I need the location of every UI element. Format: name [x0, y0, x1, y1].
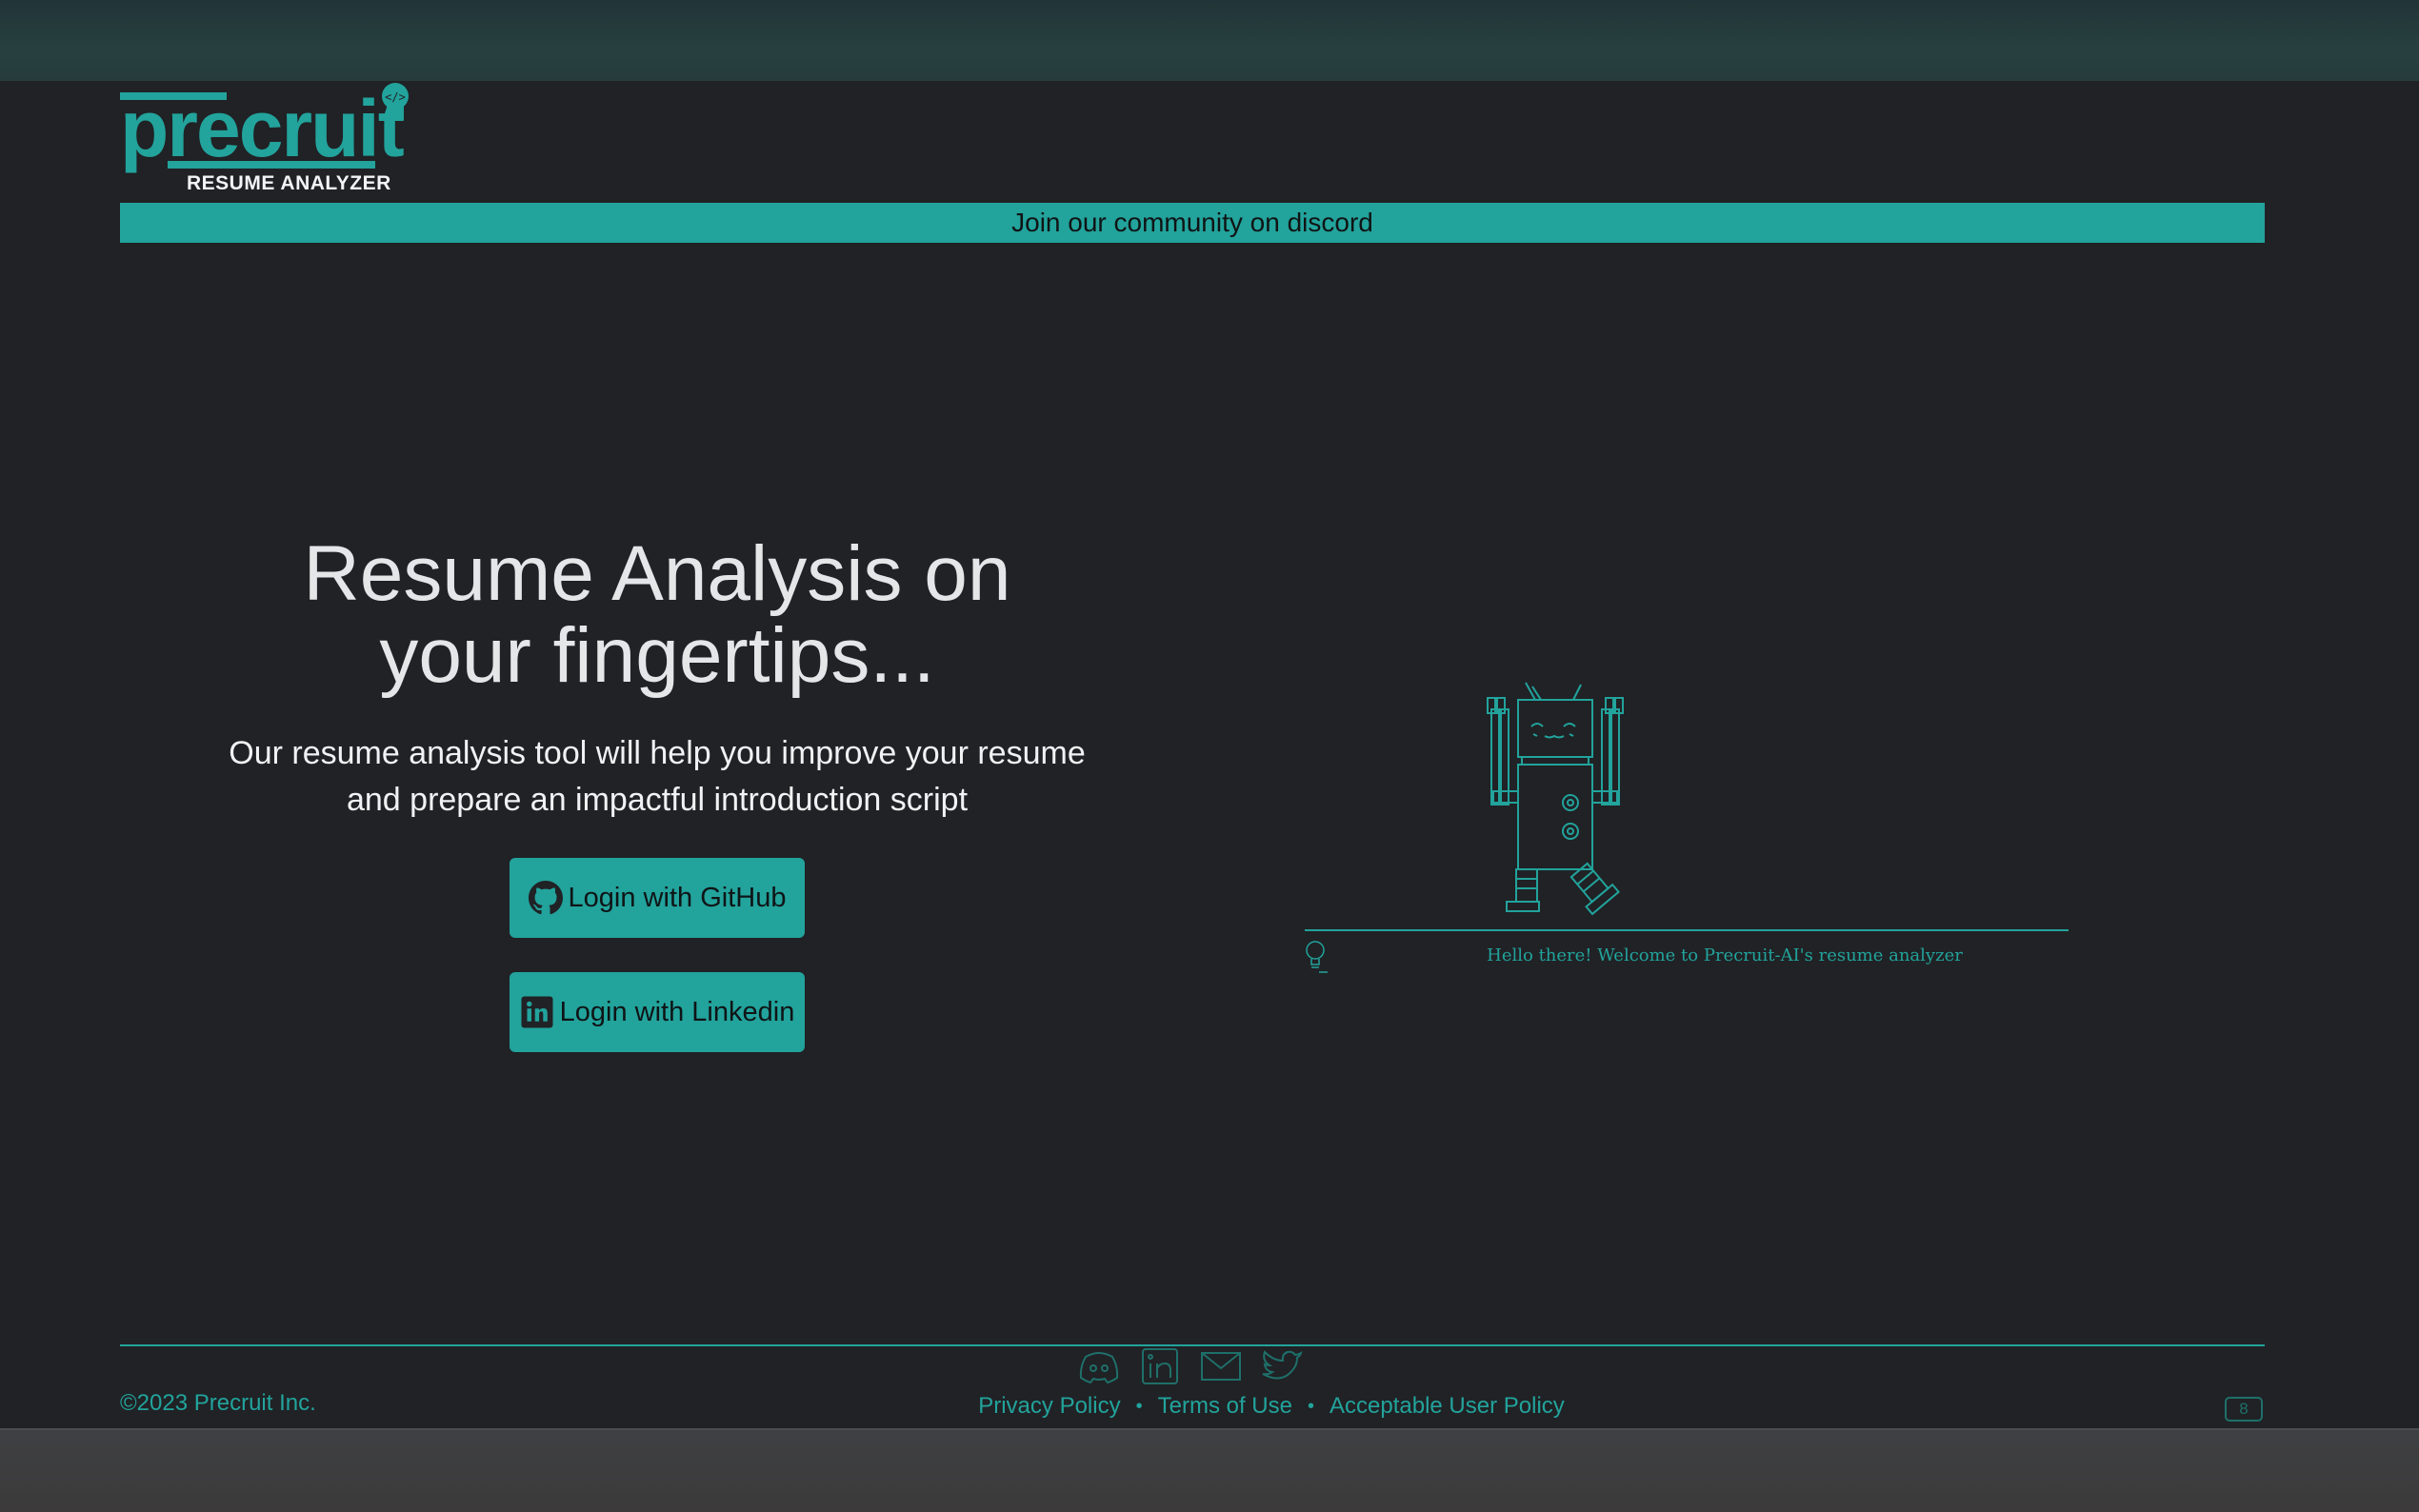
github-icon [528, 881, 563, 915]
discord-icon[interactable] [1078, 1347, 1120, 1385]
twitter-icon[interactable] [1261, 1347, 1303, 1385]
hero-title-line1: Resume Analysis on [303, 530, 1011, 617]
login-linkedin-label: Login with Linkedin [559, 996, 795, 1027]
footer-divider [120, 1344, 2265, 1346]
footer-separator: • [1135, 1395, 1143, 1417]
bottom-backdrop [0, 1428, 2419, 1512]
shortcut-badge[interactable]: 8 [2225, 1397, 2263, 1422]
footer-links: Privacy Policy • Terms of Use • Acceptab… [971, 1393, 1571, 1420]
svg-text:</>: </> [385, 90, 406, 104]
hero-subtitle-line2: and prepare an impactful introduction sc… [346, 782, 969, 818]
logo-wordmark: precruit [120, 84, 405, 173]
logo-subtitle: RESUME ANALYZER [187, 172, 391, 194]
acceptable-use-policy-link[interactable]: Acceptable User Policy [1329, 1393, 1565, 1420]
code-badge-icon: </> [382, 83, 409, 121]
top-backdrop [0, 0, 2419, 81]
robot-illustration [1487, 682, 1624, 916]
lightbulb-icon [1306, 941, 1328, 973]
hero-subtitle: Our resume analysis tool will help you i… [181, 730, 1133, 824]
robot-welcome-caption: Hello there! Welcome to Precruit-AI's re… [1487, 945, 1963, 965]
logo-underline [168, 161, 375, 169]
page: precruit </> RESUME ANALYZER Join our co… [0, 81, 2419, 1428]
login-linkedin-button[interactable]: Login with Linkedin [510, 972, 805, 1052]
social-links [1078, 1347, 1303, 1389]
login-github-label: Login with GitHub [568, 882, 787, 913]
footer-separator: • [1307, 1395, 1314, 1417]
hero-title: Resume Analysis on your fingertips... [181, 533, 1133, 697]
mail-icon[interactable] [1200, 1347, 1242, 1385]
linkedin-icon[interactable] [1139, 1347, 1181, 1385]
discord-banner-link[interactable]: Join our community on discord [120, 203, 2265, 243]
robot-ground-line [1305, 929, 2069, 931]
precruit-logo[interactable]: precruit </> RESUME ANALYZER [120, 81, 425, 195]
copyright-text: ©2023 Precruit Inc. [120, 1390, 316, 1416]
hero-subtitle-line1: Our resume analysis tool will help you i… [229, 735, 1086, 771]
privacy-policy-link[interactable]: Privacy Policy [978, 1393, 1120, 1420]
login-github-button[interactable]: Login with GitHub [510, 858, 805, 938]
linkedin-icon [521, 996, 553, 1028]
terms-of-use-link[interactable]: Terms of Use [1158, 1393, 1292, 1420]
hero-title-line2: your fingertips... [379, 612, 935, 699]
